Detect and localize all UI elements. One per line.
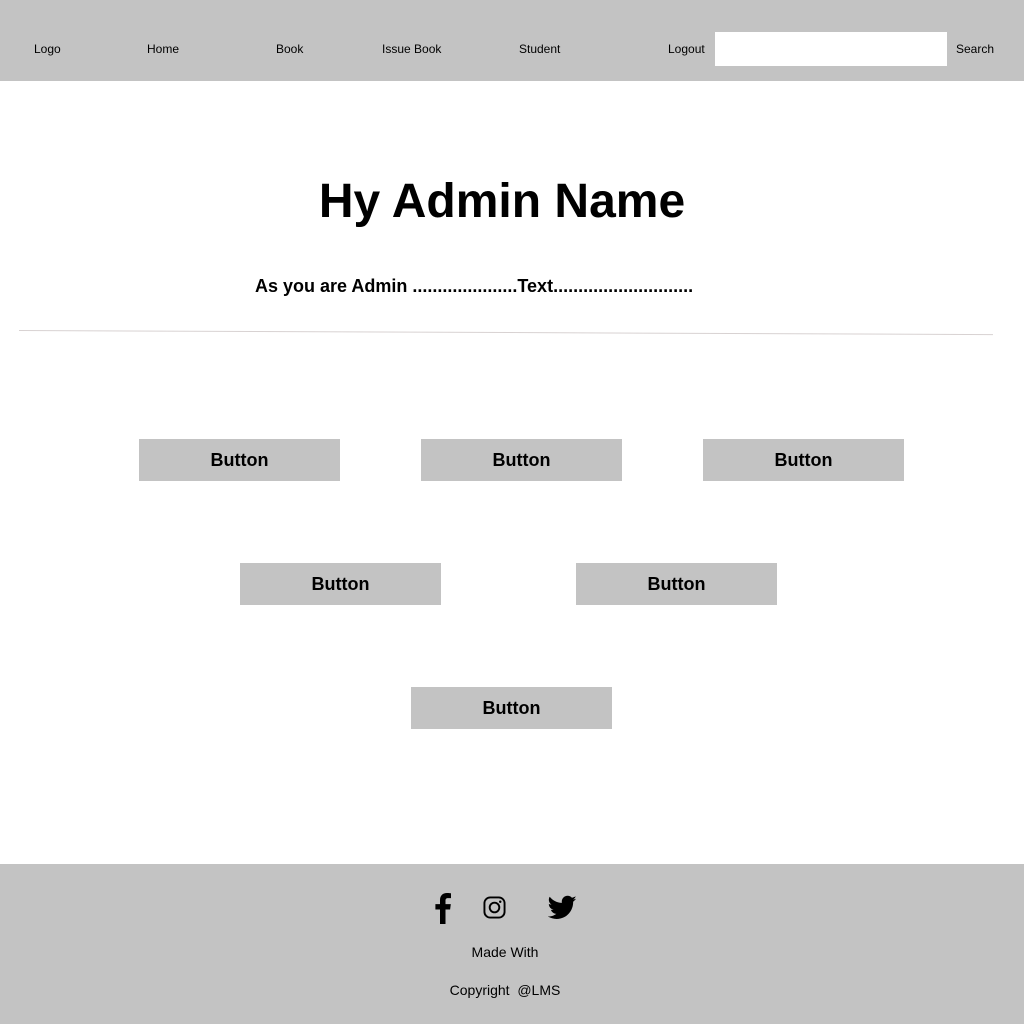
made-with-text: Made With — [471, 944, 539, 960]
section-divider — [18, 330, 993, 336]
action-button-6[interactable]: Button — [411, 687, 612, 729]
action-button-3[interactable]: Button — [703, 439, 904, 481]
page-subtitle: As you are Admin .....................Te… — [255, 276, 694, 296]
copyright-text: Copyright @LMS — [449, 982, 561, 998]
nav-book-link[interactable]: Book — [276, 41, 303, 57]
facebook-icon[interactable] — [433, 892, 453, 924]
action-button-4[interactable]: Button — [240, 563, 441, 605]
action-button-1[interactable]: Button — [139, 439, 340, 481]
instagram-icon[interactable] — [483, 896, 506, 919]
twitter-icon[interactable] — [548, 893, 577, 922]
nav-student-link[interactable]: Student — [519, 41, 560, 57]
nav-home-link[interactable]: Home — [147, 41, 179, 57]
action-button-5[interactable]: Button — [576, 563, 777, 605]
footer: Made With Copyright @LMS — [0, 864, 1024, 1024]
nav-logout-link[interactable]: Logout — [668, 41, 705, 57]
nav-issue-book-link[interactable]: Issue Book — [382, 41, 441, 57]
top-nav-bar: Logo Home Book Issue Book Student Logout… — [0, 0, 1024, 81]
nav-logo[interactable]: Logo — [34, 41, 61, 57]
search-input[interactable] — [715, 32, 947, 66]
page-title: Hy Admin Name — [318, 175, 686, 228]
search-button[interactable]: Search — [956, 41, 994, 57]
action-button-2[interactable]: Button — [421, 439, 622, 481]
